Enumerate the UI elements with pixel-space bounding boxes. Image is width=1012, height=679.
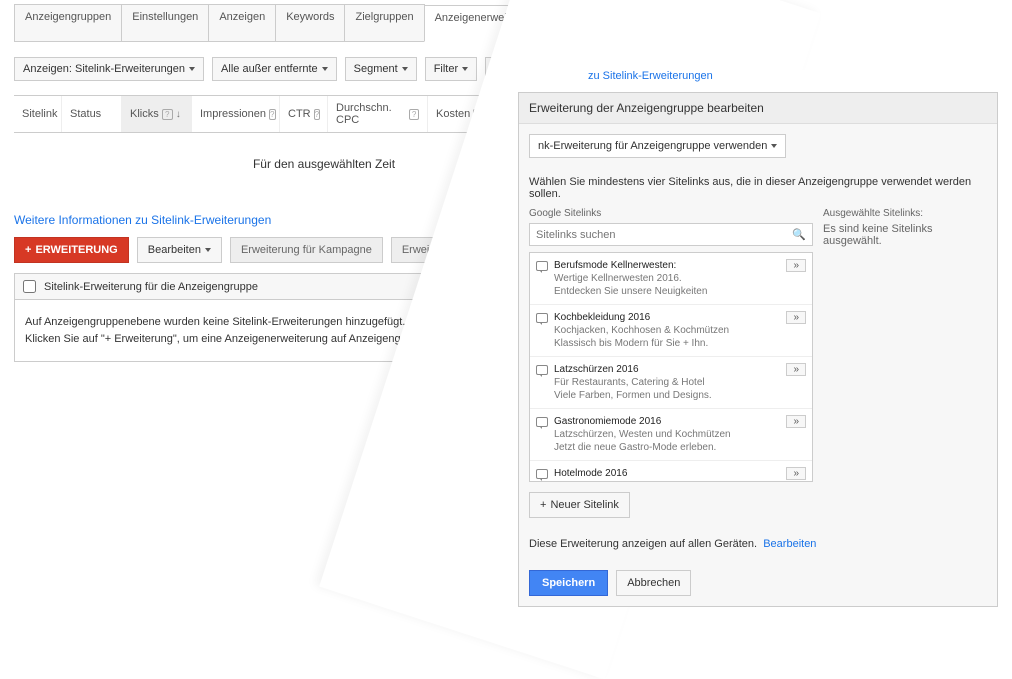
col-clicks[interactable]: Klicks?↓ — [122, 96, 192, 132]
comment-icon — [536, 469, 548, 479]
instruction-text: Wählen Sie mindestens vier Sitelinks aus… — [519, 168, 997, 208]
caret-down-icon — [402, 67, 408, 71]
comment-icon — [536, 365, 548, 375]
select-all-checkbox[interactable] — [23, 280, 36, 293]
sitelink-item[interactable]: Gastronomiemode 2016Latzschürzen, Westen… — [530, 409, 812, 461]
comment-icon — [536, 313, 548, 323]
search-input[interactable] — [536, 229, 792, 241]
add-sitelink-button[interactable]: » — [786, 415, 806, 428]
comment-icon — [536, 417, 548, 427]
help-icon: ? — [162, 109, 173, 120]
cancel-button[interactable]: Abbrechen — [616, 570, 691, 596]
caret-down-icon — [189, 67, 195, 71]
selected-sitelinks-empty: Es sind keine Sitelinks ausgewählt. — [823, 223, 987, 247]
tab-adgroups[interactable]: Anzeigengruppen — [14, 4, 122, 41]
add-sitelink-button[interactable]: » — [786, 363, 806, 376]
comment-icon — [536, 261, 548, 271]
devices-footer: Diese Erweiterung anzeigen auf allen Ger… — [519, 528, 997, 560]
caret-down-icon — [322, 67, 328, 71]
sort-desc-icon: ↓ — [176, 109, 181, 120]
show-dropdown[interactable]: Anzeigen: Sitelink-Erweiterungen — [14, 57, 204, 81]
sitelink-item[interactable]: Kochbekleidung 2016Kochjacken, Kochhosen… — [530, 305, 812, 357]
sitelink-search[interactable]: 🔍 — [529, 223, 813, 246]
plus-icon: + — [540, 499, 546, 511]
segment-dropdown[interactable]: Segment — [345, 57, 417, 81]
sitelink-item[interactable]: Latzschürzen 2016Für Restaurants, Cateri… — [530, 357, 812, 409]
sitelink-list: Berufsmode Kellnerwesten:Wertige Kellner… — [529, 252, 813, 482]
col-impressions[interactable]: Impressionen? — [192, 96, 280, 132]
use-extension-dropdown[interactable]: nk-Erweiterung für Anzeigengruppe verwen… — [529, 134, 786, 158]
help-icon: ? — [314, 109, 320, 120]
add-sitelink-button[interactable]: » — [786, 467, 806, 480]
caret-down-icon — [462, 67, 468, 71]
edit-extension-panel: Erweiterung der Anzeigengruppe bearbeite… — [518, 92, 998, 607]
google-sitelinks-label: Google Sitelinks — [529, 208, 813, 219]
campaign-extension-tab[interactable]: Erweiterung für Kampagne — [230, 237, 383, 263]
selected-sitelinks-label: Ausgewählte Sitelinks: — [823, 208, 987, 219]
save-button[interactable]: Speichern — [529, 570, 608, 596]
col-avgcpc[interactable]: Durchschn. CPC? — [328, 96, 428, 132]
status-filter-dropdown[interactable]: Alle außer entfernte — [212, 57, 337, 81]
panel-title: Erweiterung der Anzeigengruppe bearbeite… — [519, 93, 997, 124]
tab-ads[interactable]: Anzeigen — [208, 4, 276, 41]
col-sitelink[interactable]: Sitelink — [14, 96, 62, 132]
add-sitelink-button[interactable]: » — [786, 259, 806, 272]
tab-settings[interactable]: Einstellungen — [121, 4, 209, 41]
filter-dropdown[interactable]: Filter — [425, 57, 477, 81]
add-sitelink-button[interactable]: » — [786, 311, 806, 324]
col-status[interactable]: Status — [62, 96, 122, 132]
sitelink-item[interactable]: Hotelmode 2016Die neue Berufsmode für Ho… — [530, 461, 812, 482]
new-sitelink-button[interactable]: +Neuer Sitelink — [529, 492, 630, 518]
caret-down-icon — [205, 248, 211, 252]
edit-devices-link[interactable]: Bearbeiten — [763, 538, 816, 550]
sitelink-info-link[interactable]: zu Sitelink-Erweiterungen — [518, 70, 998, 82]
plus-icon: + — [25, 244, 31, 256]
search-icon: 🔍 — [792, 228, 806, 241]
add-extension-button[interactable]: +ERWEITERUNG — [14, 237, 129, 263]
sitelink-item[interactable]: Berufsmode Kellnerwesten:Wertige Kellner… — [530, 253, 812, 305]
caret-down-icon — [771, 144, 777, 148]
col-ctr[interactable]: CTR? — [280, 96, 328, 132]
tab-keywords[interactable]: Keywords — [275, 4, 345, 41]
help-icon: ? — [409, 109, 419, 120]
edit-dropdown[interactable]: Bearbeiten — [137, 237, 222, 263]
help-icon: ? — [269, 109, 275, 120]
tab-audiences[interactable]: Zielgruppen — [344, 4, 424, 41]
